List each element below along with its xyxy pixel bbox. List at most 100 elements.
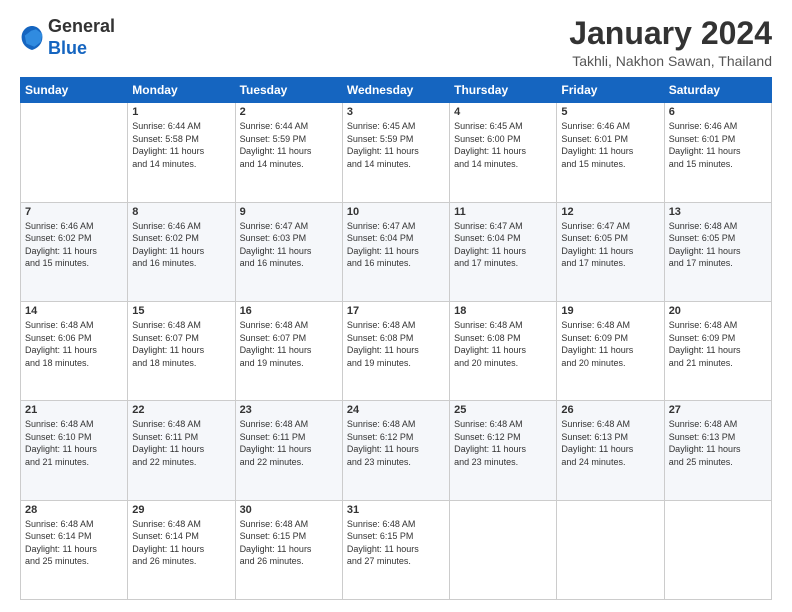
calendar-cell: 22Sunrise: 6:48 AM Sunset: 6:11 PM Dayli… — [128, 401, 235, 500]
day-info: Sunrise: 6:48 AM Sunset: 6:13 PM Dayligh… — [669, 418, 767, 468]
day-number: 5 — [561, 106, 659, 118]
day-info: Sunrise: 6:48 AM Sunset: 6:06 PM Dayligh… — [25, 319, 123, 369]
logo-icon — [20, 24, 44, 52]
calendar-cell: 11Sunrise: 6:47 AM Sunset: 6:04 PM Dayli… — [450, 202, 557, 301]
day-number: 9 — [240, 206, 338, 218]
calendar-week-2: 14 Sunrise: 6:48 AM Sunset: 6:06 PM Dayli… — [21, 301, 772, 400]
day-info: Sunrise: 6:48 AM Sunset: 6:07 PM Dayligh… — [132, 319, 230, 369]
day-info: Sunrise: 6:46 AM Sunset: 6:01 PM Dayligh… — [561, 120, 659, 170]
day-number: 29 — [132, 504, 230, 516]
calendar-cell: 24 Sunrise: 6:48 AM Sunset: 6:12 PM Dayli… — [342, 401, 449, 500]
day-info: Sunrise: 6:48 AM Sunset: 6:14 PM Dayligh… — [25, 518, 123, 568]
day-number: 31 — [347, 504, 445, 516]
logo: General Blue — [20, 16, 115, 59]
day-number: 7 — [25, 206, 123, 218]
calendar-cell: 17 Sunrise: 6:48 AM Sunset: 6:08 PM Dayli… — [342, 301, 449, 400]
day-info: Sunrise: 6:48 AM Sunset: 6:08 PM Dayligh… — [454, 319, 552, 369]
calendar-cell: 21 Sunrise: 6:48 AM Sunset: 6:10 PM Dayli… — [21, 401, 128, 500]
calendar-cell: 9 Sunrise: 6:47 AM Sunset: 6:03 PM Daylig… — [235, 202, 342, 301]
day-number: 8 — [132, 206, 230, 218]
logo-blue: Blue — [48, 38, 87, 58]
calendar-cell: 20Sunrise: 6:48 AM Sunset: 6:09 PM Dayli… — [664, 301, 771, 400]
day-info: Sunrise: 6:48 AM Sunset: 6:15 PM Dayligh… — [347, 518, 445, 568]
day-info: Sunrise: 6:46 AM Sunset: 6:01 PM Dayligh… — [669, 120, 767, 170]
calendar-header-monday: Monday — [128, 78, 235, 103]
day-info: Sunrise: 6:48 AM Sunset: 6:08 PM Dayligh… — [347, 319, 445, 369]
day-info: Sunrise: 6:48 AM Sunset: 6:10 PM Dayligh… — [25, 418, 123, 468]
calendar-week-4: 28Sunrise: 6:48 AM Sunset: 6:14 PM Dayli… — [21, 500, 772, 599]
main-title: January 2024 — [569, 16, 772, 51]
day-info: Sunrise: 6:44 AM Sunset: 5:59 PM Dayligh… — [240, 120, 338, 170]
day-number: 23 — [240, 404, 338, 416]
calendar-cell — [450, 500, 557, 599]
calendar-cell: 5 Sunrise: 6:46 AM Sunset: 6:01 PM Daylig… — [557, 103, 664, 202]
day-number: 14 — [25, 305, 123, 317]
calendar-header-tuesday: Tuesday — [235, 78, 342, 103]
day-info: Sunrise: 6:47 AM Sunset: 6:04 PM Dayligh… — [347, 220, 445, 270]
calendar-cell: 13 Sunrise: 6:48 AM Sunset: 6:05 PM Dayli… — [664, 202, 771, 301]
calendar-header-wednesday: Wednesday — [342, 78, 449, 103]
day-number: 24 — [347, 404, 445, 416]
calendar-cell: 10Sunrise: 6:47 AM Sunset: 6:04 PM Dayli… — [342, 202, 449, 301]
day-number: 3 — [347, 106, 445, 118]
day-number: 2 — [240, 106, 338, 118]
calendar-cell: 31 Sunrise: 6:48 AM Sunset: 6:15 PM Dayli… — [342, 500, 449, 599]
day-info: Sunrise: 6:48 AM Sunset: 6:13 PM Dayligh… — [561, 418, 659, 468]
day-number: 18 — [454, 305, 552, 317]
day-number: 12 — [561, 206, 659, 218]
calendar-cell: 6Sunrise: 6:46 AM Sunset: 6:01 PM Daylig… — [664, 103, 771, 202]
day-info: Sunrise: 6:48 AM Sunset: 6:05 PM Dayligh… — [669, 220, 767, 270]
day-info: Sunrise: 6:48 AM Sunset: 6:11 PM Dayligh… — [240, 418, 338, 468]
day-number: 27 — [669, 404, 767, 416]
day-info: Sunrise: 6:45 AM Sunset: 5:59 PM Dayligh… — [347, 120, 445, 170]
day-info: Sunrise: 6:48 AM Sunset: 6:15 PM Dayligh… — [240, 518, 338, 568]
day-number: 30 — [240, 504, 338, 516]
day-info: Sunrise: 6:48 AM Sunset: 6:09 PM Dayligh… — [561, 319, 659, 369]
day-info: Sunrise: 6:46 AM Sunset: 6:02 PM Dayligh… — [25, 220, 123, 270]
calendar-week-1: 7 Sunrise: 6:46 AM Sunset: 6:02 PM Daylig… — [21, 202, 772, 301]
day-info: Sunrise: 6:44 AM Sunset: 5:58 PM Dayligh… — [132, 120, 230, 170]
day-info: Sunrise: 6:48 AM Sunset: 6:07 PM Dayligh… — [240, 319, 338, 369]
calendar-cell: 30 Sunrise: 6:48 AM Sunset: 6:15 PM Dayli… — [235, 500, 342, 599]
day-info: Sunrise: 6:46 AM Sunset: 6:02 PM Dayligh… — [132, 220, 230, 270]
calendar-week-3: 21 Sunrise: 6:48 AM Sunset: 6:10 PM Dayli… — [21, 401, 772, 500]
day-number: 15 — [132, 305, 230, 317]
calendar-cell: 29 Sunrise: 6:48 AM Sunset: 6:14 PM Dayli… — [128, 500, 235, 599]
day-info: Sunrise: 6:48 AM Sunset: 6:12 PM Dayligh… — [454, 418, 552, 468]
day-number: 21 — [25, 404, 123, 416]
day-number: 19 — [561, 305, 659, 317]
calendar-cell: 14 Sunrise: 6:48 AM Sunset: 6:06 PM Dayli… — [21, 301, 128, 400]
day-number: 26 — [561, 404, 659, 416]
day-number: 17 — [347, 305, 445, 317]
calendar-cell: 16 Sunrise: 6:48 AM Sunset: 6:07 PM Dayli… — [235, 301, 342, 400]
title-block: January 2024 Takhli, Nakhon Sawan, Thail… — [569, 16, 772, 69]
day-number: 20 — [669, 305, 767, 317]
calendar-header-thursday: Thursday — [450, 78, 557, 103]
day-number: 11 — [454, 206, 552, 218]
calendar-header-saturday: Saturday — [664, 78, 771, 103]
calendar-cell: 4Sunrise: 6:45 AM Sunset: 6:00 PM Daylig… — [450, 103, 557, 202]
calendar-cell — [21, 103, 128, 202]
day-number: 4 — [454, 106, 552, 118]
calendar-cell: 12Sunrise: 6:47 AM Sunset: 6:05 PM Dayli… — [557, 202, 664, 301]
day-info: Sunrise: 6:48 AM Sunset: 6:14 PM Dayligh… — [132, 518, 230, 568]
calendar-cell: 7 Sunrise: 6:46 AM Sunset: 6:02 PM Daylig… — [21, 202, 128, 301]
day-info: Sunrise: 6:47 AM Sunset: 6:03 PM Dayligh… — [240, 220, 338, 270]
calendar-header-sunday: Sunday — [21, 78, 128, 103]
calendar-cell: 3 Sunrise: 6:45 AM Sunset: 5:59 PM Daylig… — [342, 103, 449, 202]
day-number: 16 — [240, 305, 338, 317]
calendar-cell: 18 Sunrise: 6:48 AM Sunset: 6:08 PM Dayli… — [450, 301, 557, 400]
calendar-cell: 27 Sunrise: 6:48 AM Sunset: 6:13 PM Dayli… — [664, 401, 771, 500]
calendar-cell: 23 Sunrise: 6:48 AM Sunset: 6:11 PM Dayli… — [235, 401, 342, 500]
day-info: Sunrise: 6:48 AM Sunset: 6:12 PM Dayligh… — [347, 418, 445, 468]
calendar-cell: 15 Sunrise: 6:48 AM Sunset: 6:07 PM Dayli… — [128, 301, 235, 400]
header: General Blue January 2024 Takhli, Nakhon… — [20, 16, 772, 69]
calendar-cell — [557, 500, 664, 599]
day-number: 1 — [132, 106, 230, 118]
calendar-cell: 2 Sunrise: 6:44 AM Sunset: 5:59 PM Daylig… — [235, 103, 342, 202]
day-number: 13 — [669, 206, 767, 218]
day-number: 25 — [454, 404, 552, 416]
calendar-cell: 28Sunrise: 6:48 AM Sunset: 6:14 PM Dayli… — [21, 500, 128, 599]
subtitle: Takhli, Nakhon Sawan, Thailand — [569, 53, 772, 69]
calendar-header-friday: Friday — [557, 78, 664, 103]
